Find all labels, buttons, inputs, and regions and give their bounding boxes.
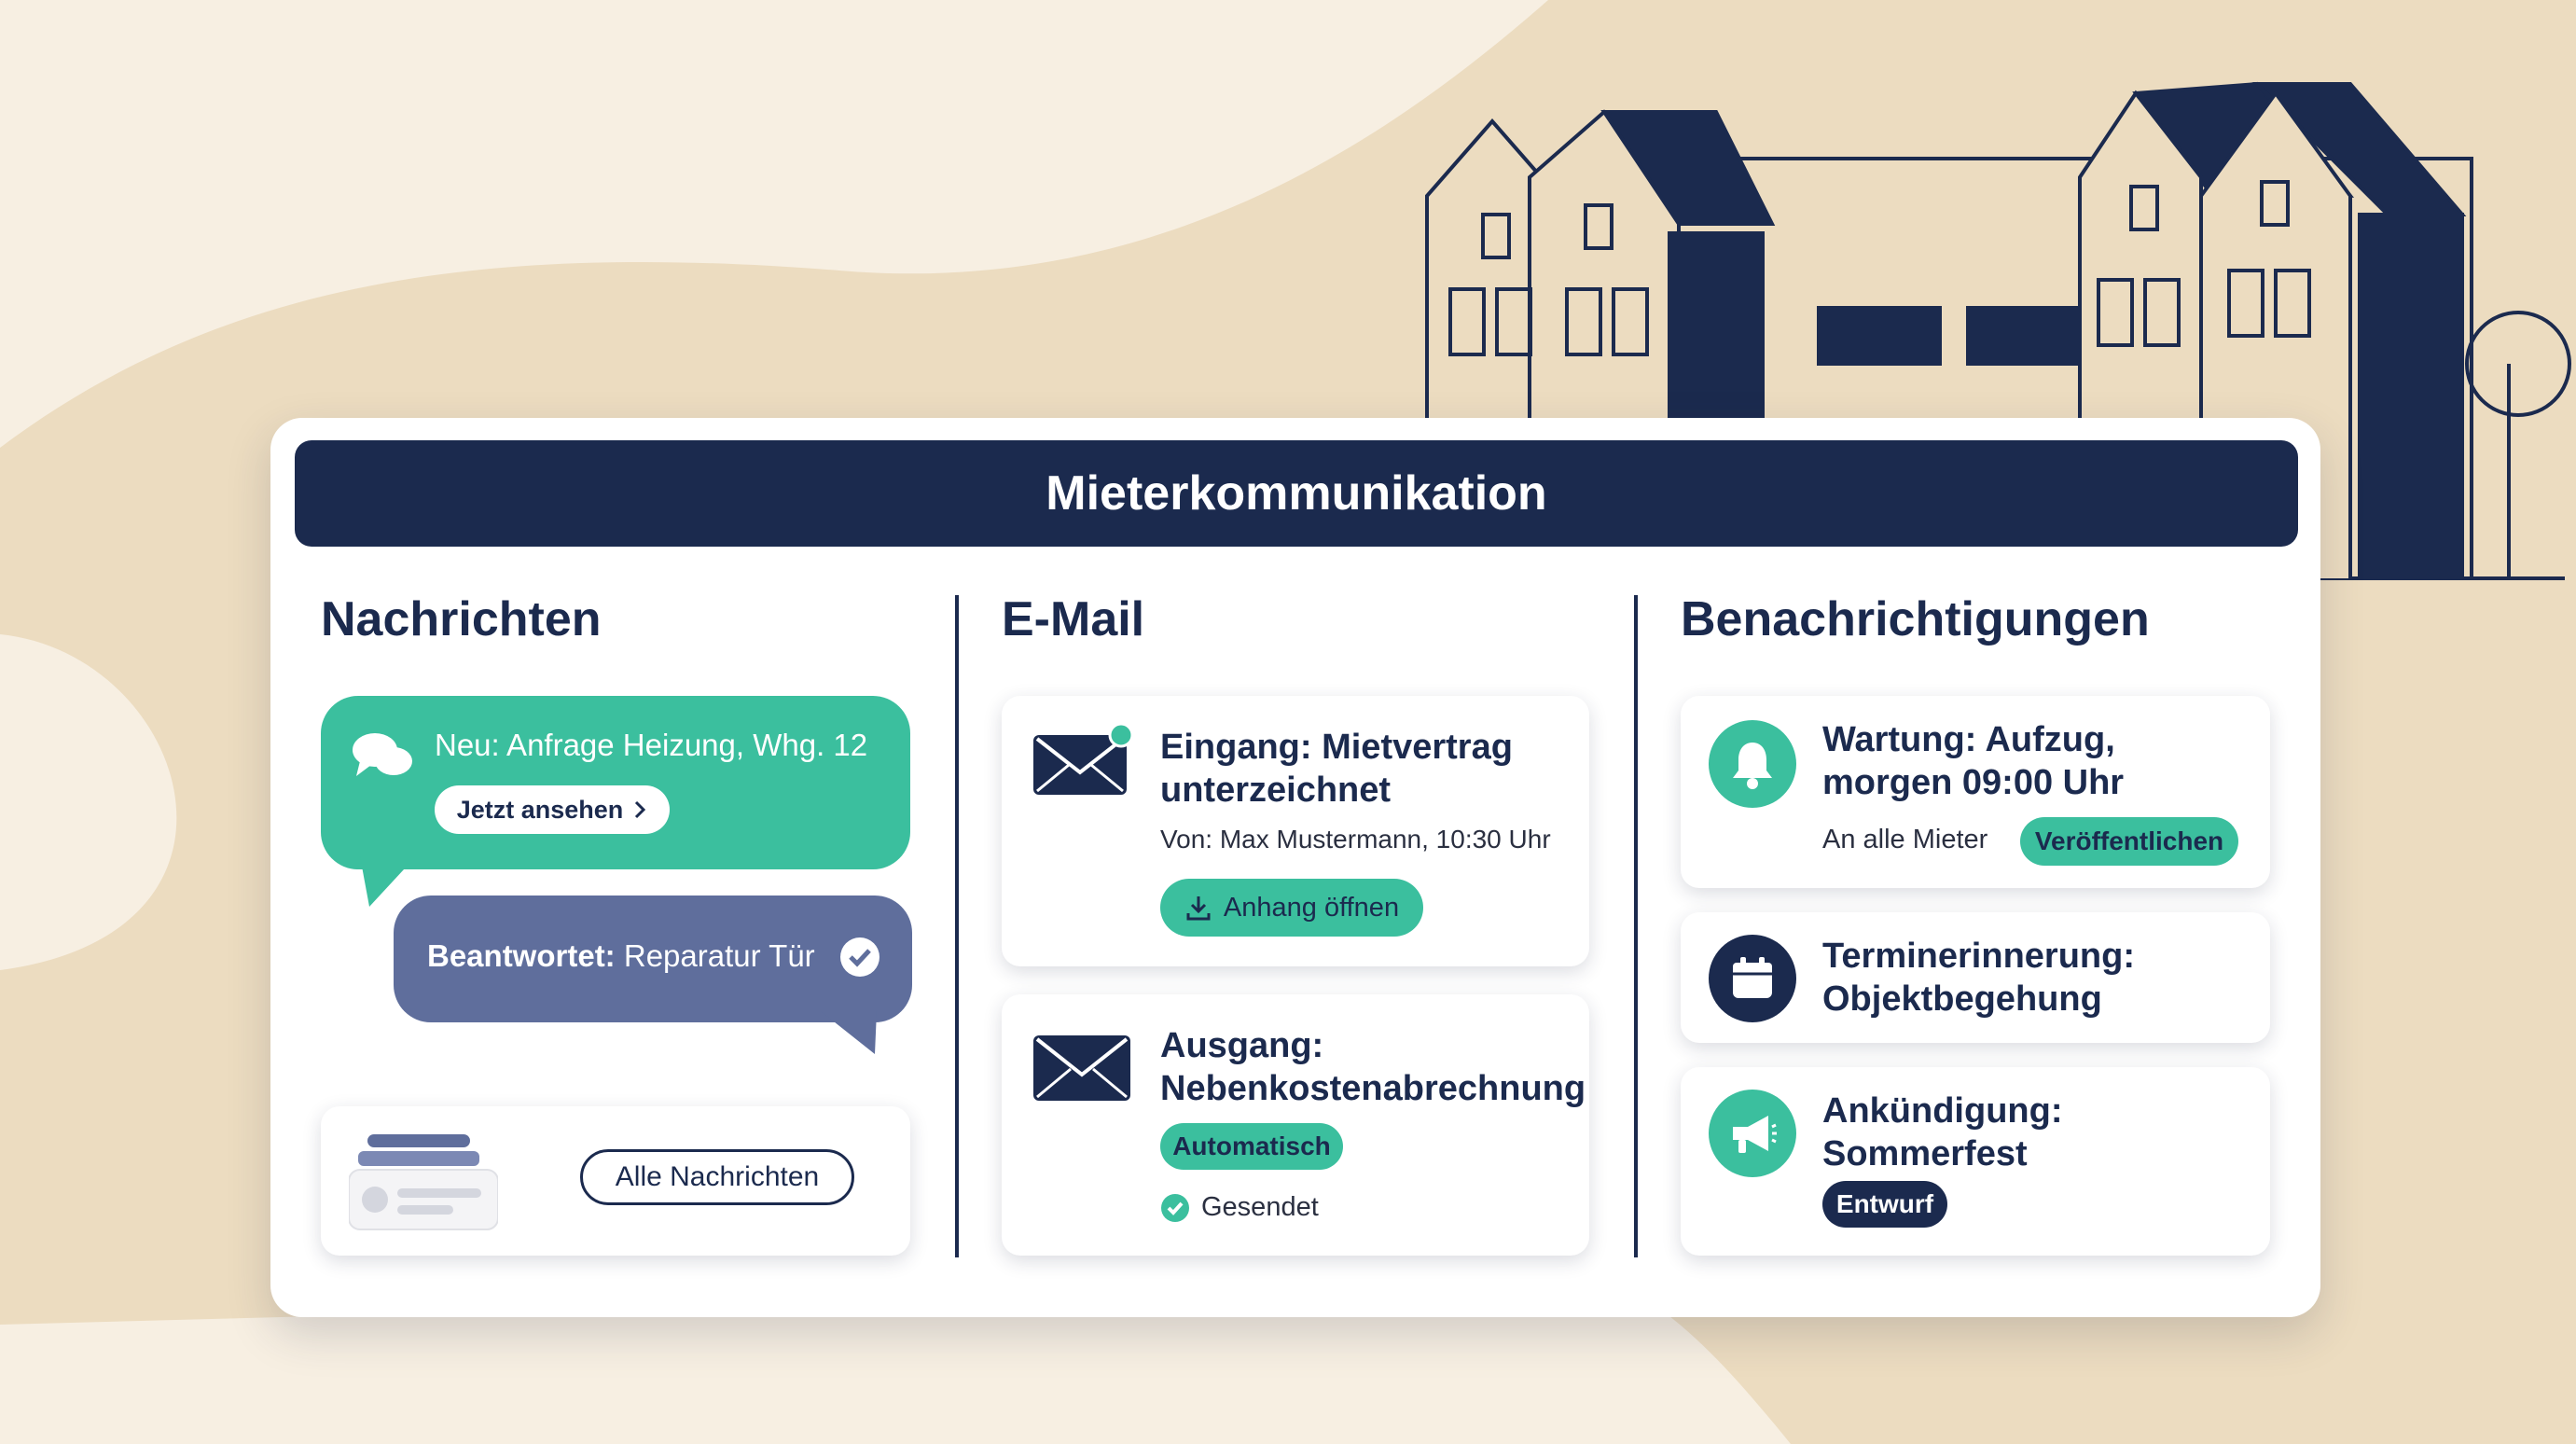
notifications-column-title: Benachrichtigungen xyxy=(1681,592,2150,646)
reminder-title-line-2: Objektbegehung xyxy=(1822,979,2102,1019)
message-stack-icon xyxy=(349,1134,498,1230)
megaphone-icon xyxy=(1709,1090,1796,1177)
view-now-button[interactable]: Jetzt ansehen xyxy=(435,785,670,834)
announcement-notification-card[interactable]: Ankündigung: Sommerfest Entwurf xyxy=(1681,1067,2270,1256)
draft-badge: Entwurf xyxy=(1822,1181,1947,1228)
answered-text: Reparatur Tür xyxy=(615,938,815,973)
automatic-badge: Automatisch xyxy=(1160,1123,1343,1170)
chat-bubbles-icon xyxy=(353,733,412,776)
maintenance-notification-card[interactable]: Wartung: Aufzug, morgen 09:00 Uhr An all… xyxy=(1681,696,2270,888)
check-circle-icon xyxy=(1161,1193,1189,1222)
column-divider xyxy=(955,595,959,1257)
sent-status: Gesendet xyxy=(1160,1192,1319,1223)
new-message-text: Neu: Anfrage Heizung, Whg. 12 xyxy=(435,728,868,762)
all-messages-button[interactable]: Alle Nachrichten xyxy=(580,1149,854,1205)
envelope-icon xyxy=(1033,724,1134,795)
chevron-right-icon xyxy=(635,800,646,819)
bell-icon xyxy=(1709,720,1796,808)
inbox-title-line-1: Eingang: Mietvertrag xyxy=(1160,728,1513,767)
reminder-notification-card[interactable]: Terminerinnerung: Objektbegehung xyxy=(1681,912,2270,1043)
outbox-title-line-1: Ausgang: xyxy=(1160,1026,1324,1065)
bubble-tail xyxy=(821,1011,877,1054)
view-now-button-label: Jetzt ansehen xyxy=(456,795,624,824)
maintenance-title-line-2: morgen 09:00 Uhr xyxy=(1822,763,2125,802)
calendar-icon xyxy=(1709,935,1796,1022)
page-title: Mieterkommunikation xyxy=(295,440,2298,547)
outbox-email-card[interactable]: Ausgang: Nebenkostenabrechnung Automatis… xyxy=(1002,994,1589,1256)
messages-column-title: Nachrichten xyxy=(321,592,602,646)
inbox-email-card[interactable]: Eingang: Mietvertrag unterzeichnet Von: … xyxy=(1002,696,1589,966)
announcement-title-line-1: Ankündigung: xyxy=(1822,1091,2063,1131)
announcement-title-line-2: Sommerfest xyxy=(1822,1134,2028,1173)
reminder-title-line-1: Terminerinnerung: xyxy=(1822,937,2135,976)
answered-message-bubble[interactable]: Beantwortet: Reparatur Tür xyxy=(394,896,912,1022)
download-icon xyxy=(1186,896,1211,921)
inbox-from-text: Von: Max Mustermann, 10:30 Uhr xyxy=(1160,825,1551,854)
sent-status-label: Gesendet xyxy=(1201,1192,1319,1222)
all-messages-card: Alle Nachrichten xyxy=(321,1106,910,1256)
envelope-icon xyxy=(1033,1035,1130,1101)
check-circle-icon xyxy=(840,937,879,977)
open-attachment-button[interactable]: Anhang öffnen xyxy=(1160,879,1423,937)
communication-panel: Mieterkommunikation Nachrichten E-Mail B… xyxy=(270,418,2320,1317)
maintenance-audience: An alle Mieter xyxy=(1822,825,1988,854)
new-message-bubble[interactable]: Neu: Anfrage Heizung, Whg. 12 Jetzt anse… xyxy=(321,696,910,869)
publish-button[interactable]: Veröffentlichen xyxy=(2020,817,2238,866)
column-divider xyxy=(1634,595,1638,1257)
maintenance-title-line-1: Wartung: Aufzug, xyxy=(1822,720,2115,759)
answered-prefix: Beantwortet: xyxy=(427,938,616,973)
outbox-title-line-2: Nebenkostenabrechnung xyxy=(1160,1069,1586,1108)
email-column-title: E-Mail xyxy=(1002,592,1145,646)
open-attachment-label: Anhang öffnen xyxy=(1223,892,1400,923)
inbox-title-line-2: unterzeichnet xyxy=(1160,771,1392,810)
